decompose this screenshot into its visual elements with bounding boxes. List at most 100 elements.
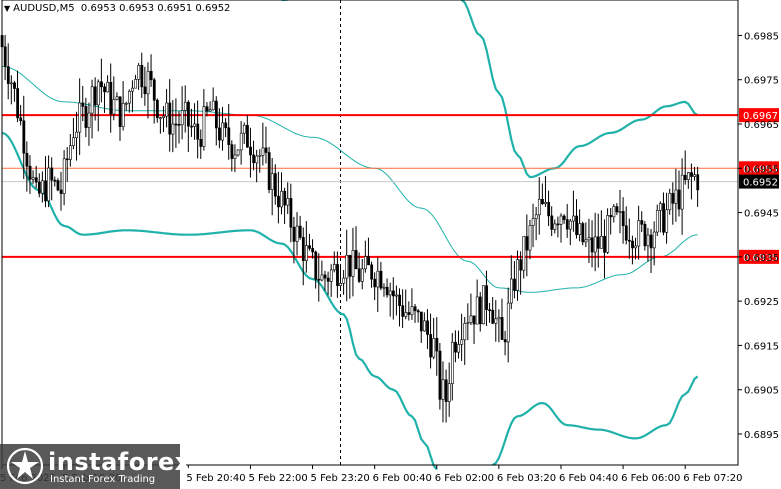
- candle-body: [339, 282, 342, 286]
- candle-body: [109, 81, 113, 115]
- candle-body: [454, 341, 457, 353]
- candle-body: [177, 124, 181, 126]
- candle-body: [252, 154, 256, 164]
- candle-body: [242, 125, 246, 134]
- candle-body: [497, 317, 501, 320]
- instaforex-logo: instaforex Instant Forex Trading: [0, 444, 190, 489]
- candle-body: [218, 127, 221, 141]
- candle-body: [323, 274, 327, 279]
- y-tick-label: 0.6925: [744, 297, 779, 308]
- candle-body: [320, 274, 324, 281]
- candle-body: [342, 277, 346, 284]
- candle-body: [478, 296, 482, 325]
- candle-body: [491, 309, 495, 324]
- candle-body: [423, 320, 426, 332]
- candle-body: [273, 173, 277, 197]
- candle-body: [541, 198, 544, 205]
- candle-body: [78, 102, 82, 133]
- candle-body: [131, 87, 134, 92]
- candle-body: [680, 174, 684, 210]
- candles: [0, 20, 700, 423]
- candle-body: [264, 147, 268, 153]
- candle-body: [376, 270, 380, 288]
- candle-body: [314, 251, 318, 280]
- candle-body: [463, 323, 467, 341]
- candle-body: [494, 318, 498, 324]
- candle-body: [90, 86, 94, 114]
- candle-body: [230, 144, 234, 159]
- candle-body: [286, 198, 290, 206]
- x-tick-label: 6 Feb 06:00: [621, 473, 680, 484]
- candle-body: [211, 100, 215, 111]
- candle-body: [621, 211, 625, 227]
- candle-body: [447, 383, 451, 402]
- candle-body: [298, 225, 302, 238]
- candle-body: [16, 88, 20, 119]
- candle-body: [292, 226, 296, 242]
- candle-body: [280, 190, 283, 208]
- candle-body: [13, 82, 16, 89]
- candle-body: [34, 177, 38, 183]
- x-tick-label: 6 Feb 07:20: [683, 473, 742, 484]
- candle-body: [53, 179, 57, 182]
- candle-body: [261, 147, 265, 156]
- candle-body: [631, 240, 634, 249]
- candle-body: [174, 123, 178, 126]
- y-tick-label: 0.6915: [744, 341, 779, 352]
- y-tick-label: 0.6985: [744, 31, 779, 42]
- candle-body: [628, 239, 631, 242]
- candle-body: [31, 177, 35, 180]
- brand-name: instaforex: [48, 448, 191, 476]
- candle-body: [683, 174, 687, 181]
- candle-body: [640, 220, 644, 225]
- candle-body: [416, 310, 420, 313]
- dropdown-triangle-icon[interactable]: ▼: [4, 4, 10, 13]
- candle-body: [208, 109, 212, 112]
- candle-body: [190, 125, 193, 128]
- candle-body: [404, 312, 408, 317]
- candle-body: [525, 236, 529, 251]
- candle-body: [81, 102, 85, 107]
- candle-body: [84, 106, 88, 128]
- candle-body: [398, 294, 402, 307]
- candle-body: [10, 82, 13, 85]
- candle-body: [224, 122, 228, 129]
- candle-body: [370, 264, 374, 280]
- candle-body: [56, 180, 60, 191]
- candle-body: [317, 278, 321, 281]
- candle-body: [87, 112, 91, 128]
- y-tick-label: 0.6935: [744, 253, 779, 264]
- x-tick-label: 6 Feb 03:20: [497, 473, 556, 484]
- x-tick-label: 5 Feb 20:40: [186, 473, 245, 484]
- candle-body: [450, 341, 454, 384]
- candle-body: [634, 245, 638, 249]
- candle-body: [606, 215, 610, 253]
- candle-body: [305, 245, 308, 262]
- candle-body: [137, 65, 141, 80]
- candle-body: [618, 211, 622, 213]
- candle-body: [354, 250, 358, 270]
- candle-body: [482, 285, 485, 325]
- candle-body: [69, 145, 72, 160]
- candle-body: [326, 277, 330, 282]
- candle-body: [556, 223, 560, 226]
- candle-body: [246, 125, 249, 148]
- candle-body: [155, 99, 159, 119]
- x-tick-label: 6 Feb 00:40: [373, 473, 432, 484]
- candle-body: [311, 248, 315, 253]
- candle-body: [255, 155, 259, 164]
- candle-body: [444, 379, 448, 402]
- candle-body: [547, 202, 551, 217]
- candle-body: [460, 339, 464, 345]
- brand-tagline: Instant Forex Trading: [50, 474, 156, 485]
- candle-body: [690, 172, 693, 177]
- candle-body: [267, 152, 271, 190]
- candle-body: [258, 154, 262, 157]
- candle-body: [50, 167, 54, 181]
- candle-body: [469, 315, 473, 323]
- x-tick-label: 5 Feb 22:00: [248, 473, 307, 484]
- candle-body: [581, 223, 585, 243]
- candle-body: [413, 306, 417, 312]
- candle-body: [671, 192, 675, 204]
- price-chart: 0.69670.69550.69350.69520.69850.69750.69…: [0, 0, 779, 484]
